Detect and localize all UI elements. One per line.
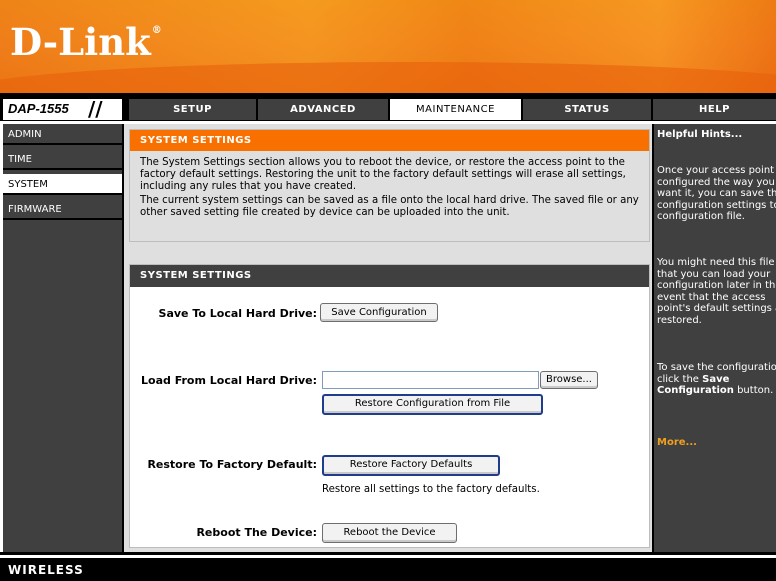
intro-paragraph-1: The System Settings section allows you t… xyxy=(140,157,626,192)
save-local-label: Save To Local Hard Drive: xyxy=(158,307,317,320)
sidebar-item-firmware[interactable]: FIRMWARE xyxy=(3,199,122,220)
logo-text: D-Link xyxy=(10,20,151,64)
model-badge: DAP-1555 // xyxy=(3,97,122,121)
main-content: SYSTEM SETTINGS The System Settings sect… xyxy=(124,124,652,552)
reboot-device-button[interactable]: Reboot the Device xyxy=(322,523,457,543)
tab-help[interactable]: HELP xyxy=(653,99,776,120)
column-divider-right xyxy=(652,124,654,552)
help-paragraph-2: You might need this file so that you can… xyxy=(657,257,776,326)
tab-maintenance[interactable]: MAINTENANCE xyxy=(390,99,521,120)
intro-paragraph-2: The current system settings can be saved… xyxy=(140,195,639,218)
tab-advanced[interactable]: ADVANCED xyxy=(258,99,388,120)
sidebar-item-system[interactable]: SYSTEM xyxy=(3,174,122,195)
footer-wireless-label: WIRELESS xyxy=(8,563,84,577)
config-file-input[interactable] xyxy=(322,371,539,389)
help-more-link[interactable]: More... xyxy=(657,437,697,449)
help-paragraph-1: Once your access point is configured the… xyxy=(657,165,776,222)
help-panel: Helpful Hints... Once your access point … xyxy=(654,124,776,552)
intro-title: SYSTEM SETTINGS xyxy=(130,130,649,151)
settings-title: SYSTEM SETTINGS xyxy=(130,265,649,287)
top-nav: DAP-1555 // SETUP ADVANCED MAINTENANCE S… xyxy=(0,95,776,124)
tab-status[interactable]: STATUS xyxy=(523,99,651,120)
restore-factory-defaults-button[interactable]: Restore Factory Defaults xyxy=(322,455,500,476)
factory-default-note: Restore all settings to the factory defa… xyxy=(322,484,540,495)
help-paragraph-3: To save the configuration, click the Sav… xyxy=(657,362,776,397)
tab-setup[interactable]: SETUP xyxy=(129,99,256,120)
column-divider-left xyxy=(122,124,124,552)
help-title: Helpful Hints... xyxy=(657,129,743,140)
dlink-logo: D-Link® xyxy=(10,20,162,64)
browse-button[interactable]: Browse... xyxy=(540,371,598,389)
restore-config-from-file-button[interactable]: Restore Configuration from File xyxy=(322,394,543,415)
intro-panel: SYSTEM SETTINGS The System Settings sect… xyxy=(129,129,650,242)
load-local-label: Load From Local Hard Drive: xyxy=(141,374,317,387)
registered-mark: ® xyxy=(151,25,162,36)
factory-default-label: Restore To Factory Default: xyxy=(147,458,317,471)
sidebar-item-admin[interactable]: ADMIN xyxy=(3,124,122,145)
reboot-label: Reboot The Device: xyxy=(196,526,317,539)
sidebar-item-time[interactable]: TIME xyxy=(3,149,122,170)
model-slashes-icon: // xyxy=(88,97,103,121)
help-p3-suffix: button. xyxy=(733,385,774,396)
footer: WIRELESS xyxy=(0,555,776,581)
sidebar: ADMIN TIME SYSTEM FIRMWARE xyxy=(3,124,122,552)
save-configuration-button[interactable]: Save Configuration xyxy=(320,303,438,322)
model-name: DAP-1555 xyxy=(8,101,69,116)
settings-panel: SYSTEM SETTINGS Save To Local Hard Drive… xyxy=(129,264,650,548)
brand-banner: D-Link® xyxy=(0,0,776,93)
